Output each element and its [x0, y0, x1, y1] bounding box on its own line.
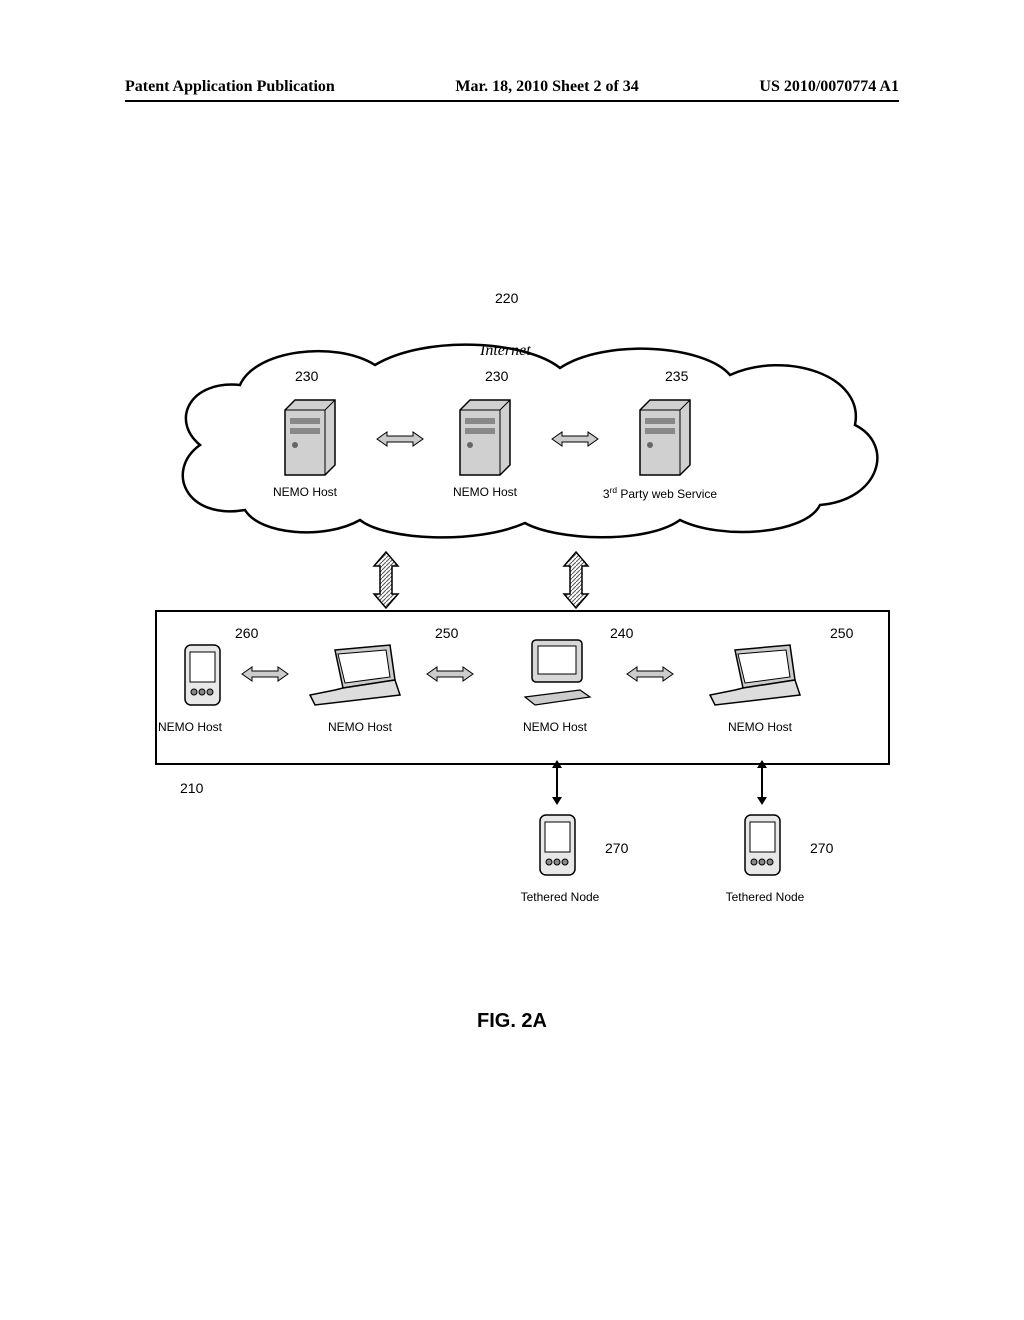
server-icon	[455, 390, 515, 480]
page-header: Patent Application Publication Mar. 18, …	[125, 78, 899, 96]
laptop-icon	[705, 640, 805, 710]
internet-label: Internet	[480, 342, 531, 360]
ref-235: 235	[665, 368, 688, 384]
bidir-arrow-icon	[375, 430, 425, 448]
internet-cloud	[165, 330, 885, 550]
label-tethered-right: Tethered Node	[695, 890, 835, 904]
header-right: US 2010/0070774 A1	[759, 78, 899, 96]
pda-icon	[180, 640, 225, 710]
bidir-arrow-icon	[550, 430, 600, 448]
ref-250-right: 250	[830, 625, 853, 641]
server-icon	[280, 390, 340, 480]
label-nemo-laptop-r: NEMO Host	[690, 720, 830, 734]
big-bidir-arrow-icon	[560, 550, 592, 610]
figure-2a: 220 Internet 230 NEMO Host 230 NEMO Host	[125, 300, 895, 1000]
label-nemo-server-left: NEMO Host	[235, 485, 375, 499]
desktop-icon	[520, 635, 595, 710]
label-nemo-server-mid: NEMO Host	[415, 485, 555, 499]
pda-icon	[740, 810, 785, 880]
figure-caption: FIG. 2A	[0, 1010, 1024, 1033]
header-left: Patent Application Publication	[125, 78, 335, 96]
bidir-arrow-icon	[425, 665, 475, 683]
thin-bidir-arrow-icon	[755, 760, 769, 805]
label-nemo-pda: NEMO Host	[120, 720, 260, 734]
label-3rd-party: 3rd Party web Service	[590, 485, 730, 501]
ref-270-right: 270	[810, 840, 833, 856]
ref-220: 220	[495, 290, 518, 306]
bidir-arrow-icon	[240, 665, 290, 683]
label-nemo-desktop: NEMO Host	[485, 720, 625, 734]
header-rule	[125, 100, 899, 102]
server-icon	[635, 390, 695, 480]
thin-bidir-arrow-icon	[550, 760, 564, 805]
ref-230-left: 230	[295, 368, 318, 384]
label-tethered-left: Tethered Node	[490, 890, 630, 904]
laptop-icon	[305, 640, 405, 710]
ref-230-mid: 230	[485, 368, 508, 384]
ref-270-left: 270	[605, 840, 628, 856]
big-bidir-arrow-icon	[370, 550, 402, 610]
header-center: Mar. 18, 2010 Sheet 2 of 34	[455, 78, 638, 96]
ref-210: 210	[180, 780, 203, 796]
pda-icon	[535, 810, 580, 880]
ref-250-left: 250	[435, 625, 458, 641]
bidir-arrow-icon	[625, 665, 675, 683]
ref-260: 260	[235, 625, 258, 641]
ref-240: 240	[610, 625, 633, 641]
label-nemo-laptop-l: NEMO Host	[290, 720, 430, 734]
